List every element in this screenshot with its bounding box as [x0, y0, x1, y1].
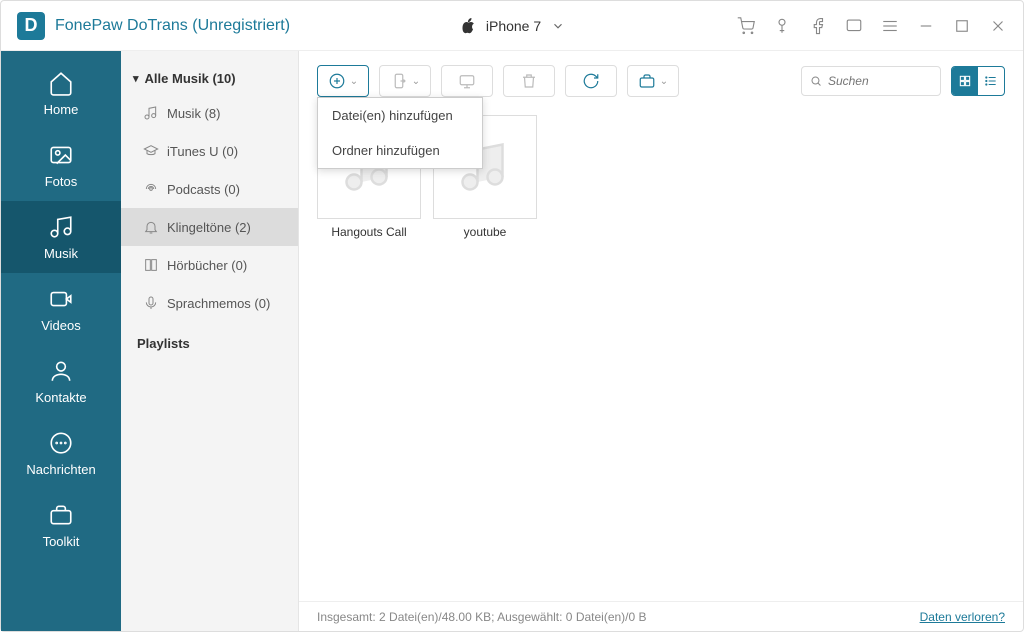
mic-icon [143, 295, 159, 311]
feedback-icon[interactable] [845, 17, 863, 35]
status-bar: Insgesamt: 2 Datei(en)/48.00 KB; Ausgewä… [299, 601, 1023, 631]
search-box[interactable] [801, 66, 941, 96]
app-title: FonePaw DoTrans (Unregistriert) [55, 17, 290, 35]
menu-icon[interactable] [881, 17, 899, 35]
export-pc-button[interactable] [441, 65, 493, 97]
sidebar: Home Fotos Musik Videos Kontakte Nachric… [1, 51, 121, 631]
cart-icon[interactable] [737, 17, 755, 35]
refresh-icon [582, 72, 600, 90]
music-icon [48, 214, 74, 240]
trash-icon [520, 72, 538, 90]
category-podcasts[interactable]: Podcasts (0) [121, 170, 298, 208]
bell-icon [143, 219, 159, 235]
sidebar-item-videos[interactable]: Videos [1, 273, 121, 345]
view-toggle [951, 66, 1005, 96]
dropdown-add-folder[interactable]: Ordner hinzufügen [318, 133, 482, 168]
category-audiobooks[interactable]: Hörbücher (0) [121, 246, 298, 284]
add-button[interactable]: ⌄ [317, 65, 369, 97]
graduation-icon [143, 143, 159, 159]
category-itunesu[interactable]: iTunes U (0) [121, 132, 298, 170]
device-selector[interactable]: iPhone 7 [414, 18, 614, 34]
export-device-button[interactable]: ⌄ [379, 65, 431, 97]
sidebar-item-label: Fotos [45, 174, 78, 189]
grid-icon [958, 74, 972, 88]
device-name: iPhone 7 [486, 18, 541, 34]
list-icon [984, 74, 998, 88]
apple-icon [462, 18, 476, 34]
category-label: Hörbücher (0) [167, 258, 247, 273]
chevron-down-icon: ⌄ [350, 76, 358, 87]
list-view-button[interactable] [978, 67, 1004, 95]
toolbox-button[interactable]: ⌄ [627, 65, 679, 97]
maximize-icon[interactable] [953, 17, 971, 35]
facebook-icon[interactable] [809, 17, 827, 35]
sidebar-item-contacts[interactable]: Kontakte [1, 345, 121, 417]
book-icon [143, 257, 159, 273]
category-header[interactable]: Alle Musik (10) [121, 63, 298, 94]
app-logo: D [17, 12, 45, 40]
sidebar-item-messages[interactable]: Nachrichten [1, 417, 121, 489]
category-voicememos[interactable]: Sprachmemos (0) [121, 284, 298, 322]
search-input[interactable] [828, 74, 932, 88]
home-icon [48, 70, 74, 96]
category-label: Musik (8) [167, 106, 220, 121]
toolbar: ⌄ ⌄ ⌄ Datei(en) hinzufügen Ordner hinz [299, 51, 1023, 111]
sidebar-item-toolkit[interactable]: Toolkit [1, 489, 121, 561]
toolkit-icon [48, 502, 74, 528]
category-music[interactable]: Musik (8) [121, 94, 298, 132]
chevron-down-icon [551, 19, 565, 33]
pc-export-icon [458, 72, 476, 90]
category-panel: Alle Musik (10) Musik (8) iTunes U (0) P… [121, 51, 299, 631]
messages-icon [48, 430, 74, 456]
delete-button[interactable] [503, 65, 555, 97]
sidebar-item-home[interactable]: Home [1, 57, 121, 129]
ringtone-label: Hangouts Call [331, 225, 406, 239]
music-note-icon [143, 105, 159, 121]
category-ringtones[interactable]: Klingeltöne (2) [121, 208, 298, 246]
sidebar-item-label: Kontakte [35, 390, 86, 405]
category-label: iTunes U (0) [167, 144, 238, 159]
search-icon [810, 74, 822, 88]
video-icon [48, 286, 74, 312]
category-label: Sprachmemos (0) [167, 296, 270, 311]
podcast-icon [143, 181, 159, 197]
chevron-down-icon: ⌄ [660, 76, 668, 87]
ringtone-label: youtube [464, 225, 507, 239]
plus-icon [328, 72, 346, 90]
key-icon[interactable] [773, 17, 791, 35]
playlists-header[interactable]: Playlists [121, 322, 298, 359]
data-lost-link[interactable]: Daten verloren? [920, 610, 1005, 624]
close-icon[interactable] [989, 17, 1007, 35]
category-label: Podcasts (0) [167, 182, 240, 197]
sidebar-item-label: Musik [44, 246, 78, 261]
sidebar-item-label: Nachrichten [26, 462, 95, 477]
minimize-icon[interactable] [917, 17, 935, 35]
add-dropdown: Datei(en) hinzufügen Ordner hinzufügen [317, 97, 483, 169]
chevron-down-icon: ⌄ [412, 76, 420, 87]
phone-export-icon [390, 72, 408, 90]
photo-icon [48, 142, 74, 168]
status-text: Insgesamt: 2 Datei(en)/48.00 KB; Ausgewä… [317, 610, 647, 624]
sidebar-item-label: Toolkit [43, 534, 80, 549]
grid-view-button[interactable] [952, 67, 978, 95]
sidebar-item-photos[interactable]: Fotos [1, 129, 121, 201]
sidebar-item-label: Videos [41, 318, 81, 333]
sidebar-item-label: Home [44, 102, 79, 117]
sidebar-item-music[interactable]: Musik [1, 201, 121, 273]
refresh-button[interactable] [565, 65, 617, 97]
contacts-icon [48, 358, 74, 384]
dropdown-add-files[interactable]: Datei(en) hinzufügen [318, 98, 482, 133]
category-label: Klingeltöne (2) [167, 220, 251, 235]
briefcase-icon [638, 72, 656, 90]
